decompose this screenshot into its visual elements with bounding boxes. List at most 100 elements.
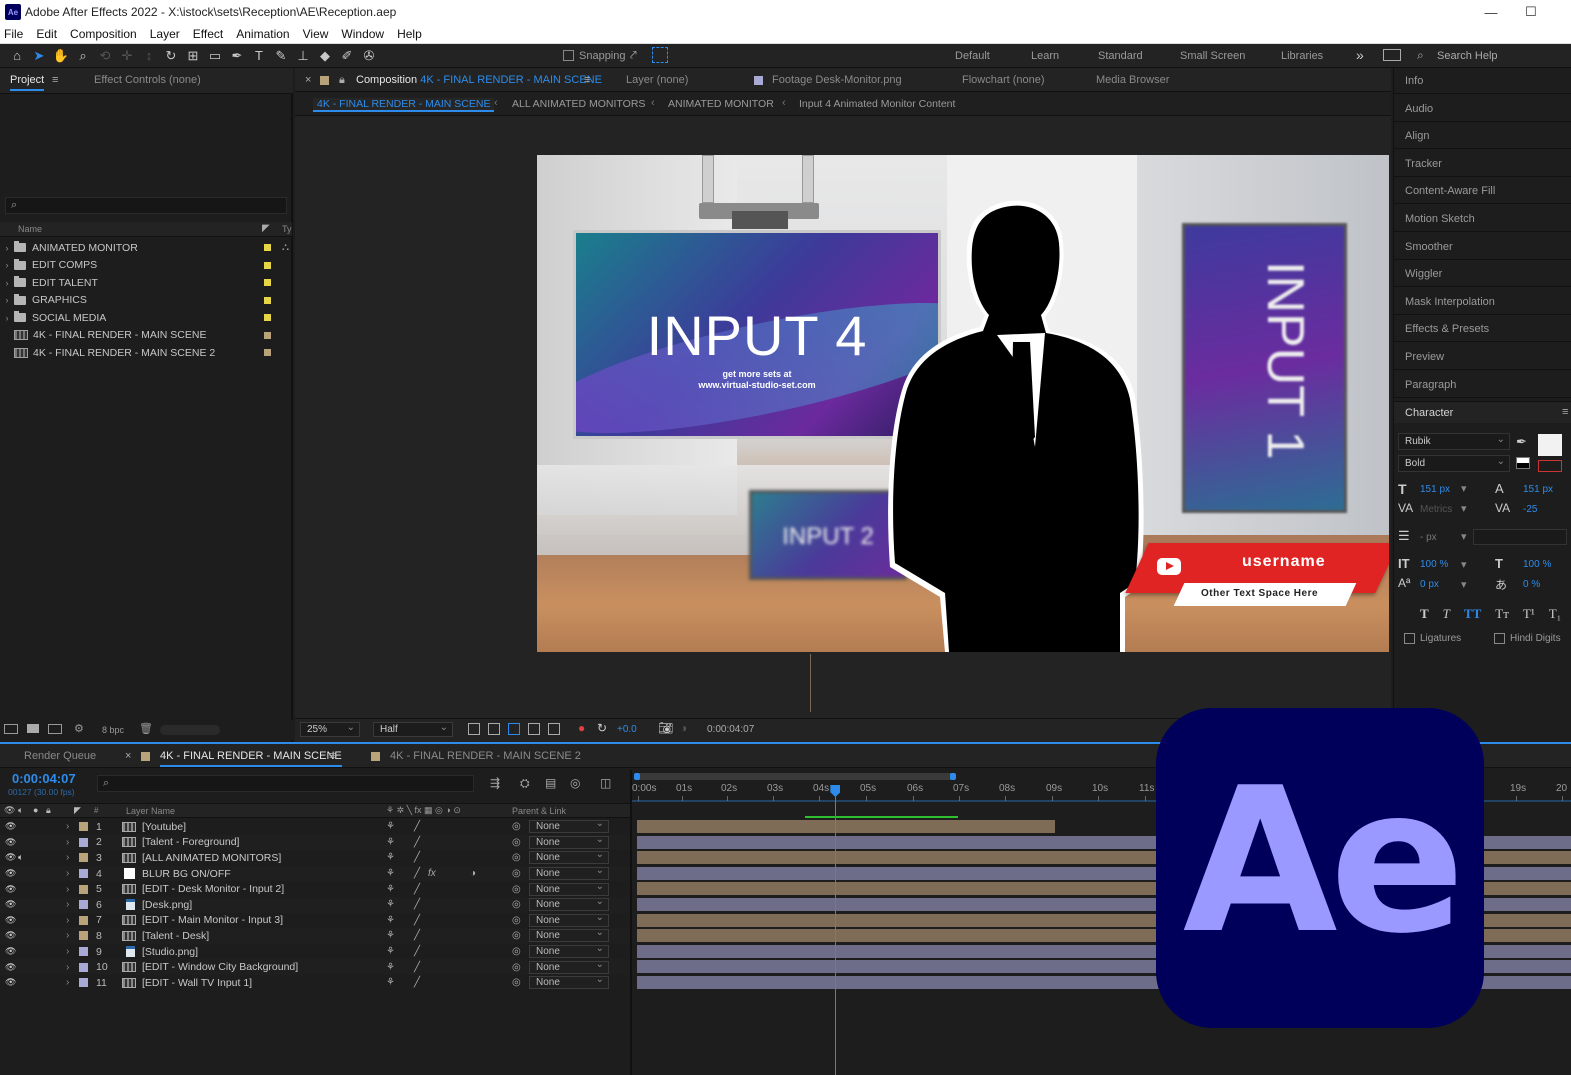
breadcrumb-animated-monitor[interactable]: ANIMATED MONITOR: [668, 98, 774, 110]
layer-label-swatch[interactable]: [79, 884, 88, 894]
exposure-value[interactable]: +0.0: [617, 724, 637, 735]
layer-name[interactable]: [EDIT - Main Monitor - Input 3]: [142, 914, 283, 926]
parent-select[interactable]: None: [529, 943, 609, 959]
layer-expand-chevron-icon[interactable]: ›: [66, 930, 69, 941]
mask-visibility-icon[interactable]: [508, 723, 520, 735]
ligatures-checkbox[interactable]: [1404, 633, 1415, 644]
panel-audio[interactable]: Audio: [1405, 103, 1433, 115]
tsume-value[interactable]: 0 %: [1523, 579, 1540, 590]
parent-select[interactable]: None: [529, 818, 609, 834]
column-layer-name[interactable]: Layer Name: [126, 806, 175, 816]
shy-switch-icon[interactable]: ⚘: [386, 852, 395, 863]
layer-label-swatch[interactable]: [79, 900, 88, 910]
layer-label-swatch[interactable]: [79, 822, 88, 832]
quality-switch-icon[interactable]: ╱: [414, 899, 420, 910]
comp-menu-icon[interactable]: ≡: [584, 74, 590, 86]
comp-flowchart-icon[interactable]: ⇶: [490, 776, 500, 790]
parent-select[interactable]: None: [529, 896, 609, 912]
panel-smoother[interactable]: Smoother: [1405, 241, 1453, 253]
viewer-timecode[interactable]: 0:00:04:07: [707, 724, 754, 735]
brush-tool-icon[interactable]: ✎: [270, 46, 292, 66]
shy-switch-icon[interactable]: ⚘: [386, 884, 395, 895]
layer-name[interactable]: [Talent - Foreground]: [142, 836, 239, 848]
pick-whip-icon[interactable]: ◎: [512, 884, 521, 895]
audio-speaker-icon[interactable]: 🔈︎: [18, 852, 23, 863]
selection-tool-icon[interactable]: ➤: [28, 46, 50, 66]
vertical-scale-value[interactable]: 100 %: [1420, 559, 1448, 570]
parent-select[interactable]: None: [529, 974, 609, 990]
all-caps-icon[interactable]: TT: [1464, 606, 1481, 622]
layer-row[interactable]: 👁︎ › 9 [Studio.png] ⚘ ╱ ◎ None: [0, 943, 630, 960]
shy-switch-icon[interactable]: ⚘: [386, 868, 395, 879]
workspace-standard[interactable]: Standard: [1098, 50, 1143, 62]
color-channels-icon[interactable]: ●: [578, 721, 585, 735]
timeline-divider[interactable]: [630, 770, 632, 1075]
pick-whip-icon[interactable]: ◎: [512, 821, 521, 832]
panel-preview[interactable]: Preview: [1405, 351, 1444, 363]
quality-switch-icon[interactable]: ╱: [414, 868, 420, 879]
baseline-shift-value[interactable]: 0 px: [1420, 579, 1439, 590]
parent-select[interactable]: None: [529, 912, 609, 927]
panel-motion-sketch[interactable]: Motion Sketch: [1405, 213, 1475, 225]
project-menu-icon[interactable]: ≡: [52, 74, 58, 86]
quality-switch-icon[interactable]: ╱: [414, 946, 420, 957]
composition-viewer[interactable]: INPUT 4 get more sets at www.virtual-stu…: [537, 155, 1389, 652]
parent-select[interactable]: None: [529, 927, 609, 943]
new-comp-icon[interactable]: [48, 724, 62, 734]
layer-row[interactable]: 👁︎ › 2 [Talent - Foreground] ⚘ ╱ ◎ None: [0, 834, 630, 851]
close-comp-tab-icon[interactable]: ×: [305, 74, 311, 86]
layer-row[interactable]: 👁︎ 🔈︎ › 3 [ALL ANIMATED MONITORS] ⚘ ╱ ◎ None: [0, 849, 630, 866]
layer-row[interactable]: 👁︎ › 4 BLUR BG ON/OFF ⚘ ╱ fx ◑ ◎ None: [0, 865, 630, 882]
pick-whip-icon[interactable]: ◎: [512, 930, 521, 941]
layer-row[interactable]: 👁︎ › 10 [EDIT - Window City Background] ⚘ ╱ ◎ N…: [0, 959, 630, 975]
menu-edit[interactable]: Edit: [36, 27, 57, 41]
layer-label-swatch[interactable]: [79, 837, 88, 847]
quality-switch-icon[interactable]: ╱: [414, 962, 420, 973]
draft-3d-icon[interactable]: ⛭: [520, 776, 530, 791]
zoom-tool-icon[interactable]: ⌕: [72, 46, 94, 66]
quality-switch-icon[interactable]: ╱: [414, 977, 420, 988]
panel-align[interactable]: Align: [1405, 130, 1429, 142]
time-navigator-start-handle[interactable]: [634, 773, 640, 780]
layer-label-swatch[interactable]: [79, 947, 88, 957]
pick-whip-icon[interactable]: ◎: [512, 962, 521, 973]
pick-whip-icon[interactable]: ◎: [512, 977, 521, 988]
more-workspaces-icon[interactable]: »: [1356, 47, 1364, 63]
stroke-width-dropdown-icon[interactable]: ▾: [1461, 530, 1467, 543]
layer-label-swatch[interactable]: [79, 962, 88, 972]
layer-row[interactable]: 👁︎ › 7 [EDIT - Main Monitor - Input 3] ⚘ ╱ ◎ No…: [0, 912, 630, 929]
workspace-learn[interactable]: Learn: [1031, 50, 1059, 62]
menu-help[interactable]: Help: [397, 27, 422, 41]
font-family-select[interactable]: Rubik ⌄: [1398, 433, 1510, 450]
project-folder[interactable]: › EDIT COMPS: [0, 257, 292, 274]
panel-effects-presets[interactable]: Effects & Presets: [1405, 323, 1489, 335]
visibility-eye-icon[interactable]: 👁︎: [5, 899, 16, 910]
maximize-button[interactable]: ☐: [1511, 0, 1551, 24]
pick-whip-icon[interactable]: ◎: [512, 946, 521, 957]
layer-name[interactable]: [Talent - Desk]: [142, 930, 209, 942]
faux-bold-icon[interactable]: T: [1420, 606, 1429, 622]
pick-whip-icon[interactable]: ◎: [512, 899, 521, 910]
resolution-select[interactable]: Half ⌄: [373, 722, 453, 737]
expand-chevron-icon[interactable]: ›: [0, 260, 14, 270]
timeline-search-input[interactable]: ⌕: [97, 775, 474, 792]
label-color-swatch[interactable]: [264, 314, 271, 321]
puppet-tool-icon[interactable]: ✇: [358, 46, 380, 66]
bpc-label[interactable]: 8 bpc: [102, 725, 124, 735]
visibility-eye-icon[interactable]: 👁︎: [5, 915, 16, 926]
delete-icon[interactable]: 🗑: [139, 722, 153, 735]
quality-switch-icon[interactable]: ╱: [414, 837, 420, 848]
font-size-dropdown-icon[interactable]: ▾: [1461, 482, 1467, 495]
eraser-tool-icon[interactable]: ◆: [314, 46, 336, 66]
workspace-menu-icon[interactable]: [1383, 49, 1401, 61]
layer-expand-chevron-icon[interactable]: ›: [66, 962, 69, 973]
layer-row[interactable]: 👁︎ › 5 [EDIT - Desk Monitor - Input 2] ⚘ ╱ ◎ No…: [0, 881, 630, 897]
home-icon[interactable]: ⌂: [6, 46, 28, 66]
superscript-icon[interactable]: T¹: [1523, 606, 1535, 622]
font-style-select[interactable]: Bold ⌄: [1398, 455, 1510, 472]
guides-icon[interactable]: [528, 723, 540, 735]
layer-expand-chevron-icon[interactable]: ›: [66, 837, 69, 848]
menu-window[interactable]: Window: [341, 27, 384, 41]
visibility-eye-icon[interactable]: 👁︎: [5, 946, 16, 957]
tab-timeline-main[interactable]: 4K - FINAL RENDER - MAIN SCENE: [160, 750, 342, 767]
